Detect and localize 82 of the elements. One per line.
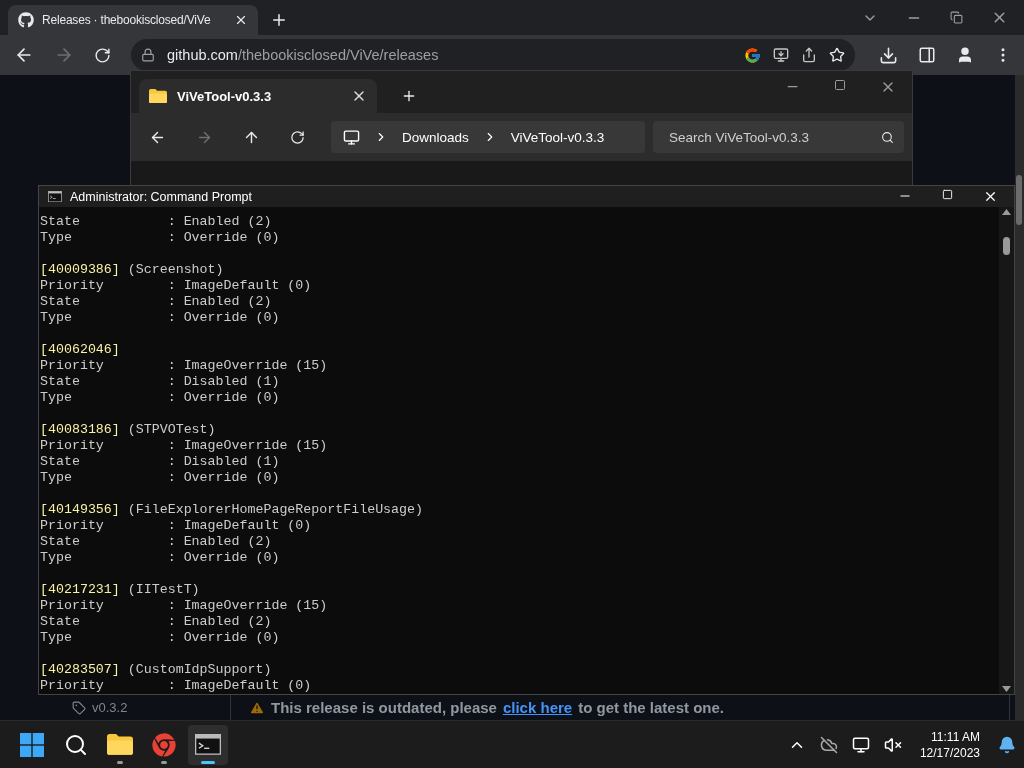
terminal-icon	[195, 734, 221, 755]
new-tab-icon[interactable]	[270, 11, 288, 29]
notification-bell-icon[interactable]	[998, 735, 1016, 754]
close-icon[interactable]	[234, 13, 248, 27]
reload-icon[interactable]	[94, 46, 111, 64]
console-line: State : Enabled (2)	[40, 534, 273, 550]
address-bar[interactable]: Downloads ViVeTool-v0.3.3	[331, 121, 645, 153]
windows-logo-icon	[20, 732, 44, 757]
console-line: Type : Override (0)	[40, 470, 281, 486]
chrome-icon	[152, 732, 176, 757]
url-text: github.com/thebookisclosed/ViVe/releases	[167, 47, 440, 63]
maximize-icon[interactable]	[834, 79, 846, 91]
folder-icon	[149, 88, 167, 104]
console-line: State : Enabled (2)	[40, 214, 273, 230]
scroll-down-icon[interactable]	[1002, 686, 1011, 692]
console-line: Type : Override (0)	[40, 230, 281, 246]
banner-text: This release is outdated, please	[271, 699, 497, 716]
warning-icon	[249, 699, 265, 716]
profile-icon[interactable]	[956, 46, 974, 64]
terminal-icon	[48, 190, 62, 203]
lock-icon	[141, 48, 155, 62]
click-here-link[interactable]: click here	[502, 699, 573, 716]
page-scrollbar[interactable]	[1015, 75, 1024, 720]
window-title: Administrator: Command Prompt	[70, 189, 253, 204]
console-line: Priority : ImageOverride (15)	[40, 358, 329, 374]
google-icon[interactable]	[744, 46, 761, 64]
console-line: Type : Override (0)	[40, 390, 281, 406]
install-icon[interactable]	[773, 47, 789, 63]
refresh-icon[interactable]	[290, 129, 305, 145]
search-field[interactable]: Search ViVeTool-v0.3.3	[653, 121, 904, 153]
console-line: Priority : ImageDefault (0)	[40, 278, 313, 294]
close-icon[interactable]	[983, 189, 998, 204]
side-panel-icon[interactable]	[918, 46, 936, 64]
explorer-tab[interactable]: ViVeTool-v0.3.3	[139, 79, 377, 113]
computer-icon	[343, 128, 360, 146]
github-icon	[18, 12, 34, 28]
console-line: State : Disabled (1)	[40, 454, 281, 470]
tab-title: Releases · thebookisclosed/ViVe	[42, 13, 212, 27]
running-indicator	[117, 760, 123, 764]
console-line: State : Enabled (2)	[40, 294, 273, 310]
console-scrollbar[interactable]	[999, 207, 1014, 694]
taskbar-app[interactable]	[188, 724, 228, 765]
search-icon	[64, 732, 88, 757]
tag-icon	[72, 700, 86, 715]
console-line: [40283507] (CustomIdpSupport)	[40, 662, 273, 678]
banner-text: to get the latest one.	[578, 699, 724, 716]
console-line: Type : Override (0)	[40, 550, 281, 566]
console-line: Type : Override (0)	[40, 310, 281, 326]
browser-tab[interactable]: Releases · thebookisclosed/ViVe	[8, 5, 258, 35]
console-line: [40149356] (FileExplorerHomePageReportFileUsage)	[40, 502, 424, 518]
console-line: [40062046]	[40, 342, 121, 358]
clock[interactable]: 11:11 AM 12/17/2023	[919, 728, 980, 761]
running-indicator	[201, 760, 215, 764]
console-line: Priority : ImageOverride (15)	[40, 438, 329, 454]
new-tab-icon[interactable]	[401, 88, 417, 104]
download-icon[interactable]	[879, 45, 898, 65]
address-bar[interactable]: github.com/thebookisclosed/ViVe/releases	[131, 39, 855, 71]
console-line: State : Disabled (1)	[40, 374, 281, 390]
console-line: Priority : ImageDefault (0)	[40, 678, 313, 694]
console-line: [40217231] (IITestT)	[40, 582, 201, 598]
scroll-thumb[interactable]	[1003, 237, 1010, 255]
breadcrumb-item[interactable]: ViVeTool-v0.3.3	[510, 129, 605, 145]
folder-icon	[107, 734, 133, 755]
console-line: Priority : ImageOverride (15)	[40, 598, 329, 614]
running-indicator	[161, 760, 167, 764]
console-line: Type : Override (0)	[40, 630, 281, 646]
share-icon[interactable]	[801, 47, 817, 63]
search-icon	[881, 130, 894, 144]
cloud-off-icon[interactable]	[819, 735, 838, 754]
scroll-up-icon[interactable]	[1002, 209, 1011, 215]
console-line: [40083186] (STPVOTest)	[40, 422, 217, 438]
scroll-thumb[interactable]	[1016, 175, 1022, 225]
search-input[interactable]: Search ViVeTool-v0.3.3	[667, 128, 881, 146]
release-tag[interactable]: v0.3.2	[72, 700, 230, 715]
bookmark-star-icon[interactable]	[829, 47, 845, 63]
console-line: State : Enabled (2)	[40, 614, 273, 630]
console-line: Priority : ImageDefault (0)	[40, 518, 313, 534]
network-icon[interactable]	[851, 735, 870, 754]
restore-icon[interactable]	[950, 11, 963, 24]
console-line: [40009386] (Screenshot)	[40, 262, 225, 278]
speaker-muted-icon[interactable]	[883, 735, 902, 754]
breadcrumb-item[interactable]: Downloads	[402, 129, 469, 145]
